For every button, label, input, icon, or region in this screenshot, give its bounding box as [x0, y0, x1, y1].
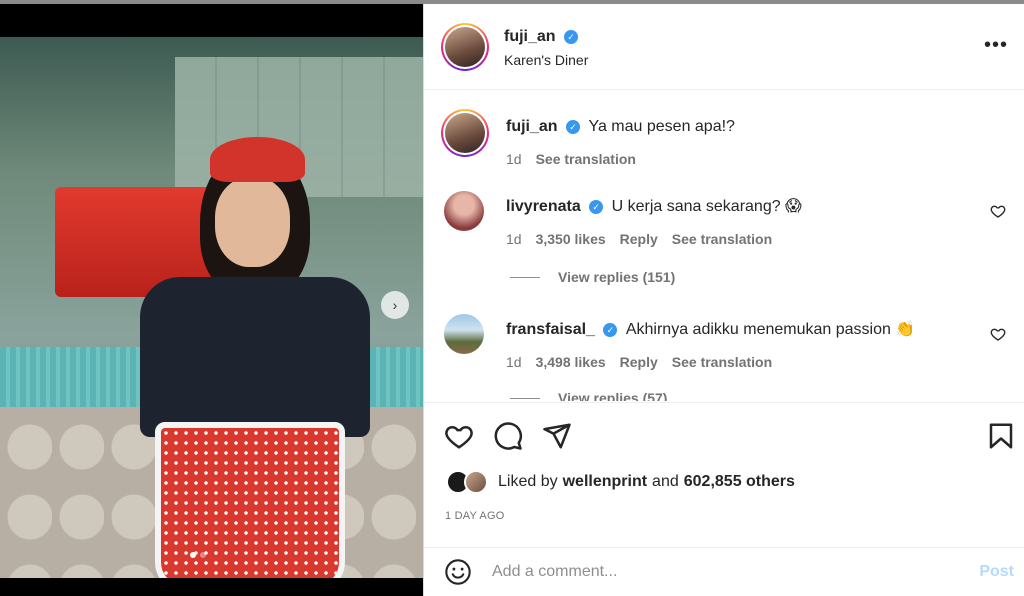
photo-face — [215, 177, 290, 267]
author-avatar[interactable] — [441, 109, 489, 157]
liked-by-others[interactable]: 602,855 others — [684, 473, 795, 491]
comment-likes[interactable]: 3,350 likes — [536, 229, 606, 249]
commenter-avatar[interactable] — [444, 314, 484, 354]
verified-badge-icon: ✓ — [589, 199, 604, 214]
photo-person — [140, 137, 370, 578]
see-translation-button[interactable]: See translation — [672, 352, 772, 372]
more-horizontal-icon[interactable]: ••• — [984, 34, 1008, 57]
post-header: fuji_an ✓ Karen's Diner ••• — [424, 4, 1024, 90]
caption-username[interactable]: fuji_an — [506, 118, 558, 135]
post-comment-button[interactable]: Post — [979, 563, 1014, 581]
bookmark-icon[interactable] — [986, 421, 1016, 451]
comment-text: Akhirnya adikku menemukan passion 👏 — [625, 321, 916, 338]
liked-by-user[interactable]: wellenprint — [563, 473, 647, 491]
verified-badge-icon: ✓ — [564, 29, 579, 44]
caption-time: 1d — [506, 151, 522, 167]
view-replies-button[interactable]: View replies (57) — [510, 390, 667, 401]
comment-time: 1d — [506, 231, 522, 247]
comment-username[interactable]: livyrenata — [506, 198, 581, 215]
replies-divider — [510, 397, 540, 399]
verified-badge-icon: ✓ — [603, 322, 618, 337]
liked-by-and: and — [652, 473, 679, 490]
comment-likes[interactable]: 3,498 likes — [536, 352, 606, 372]
liker-avatar[interactable] — [464, 470, 488, 494]
chevron-right-icon: › — [392, 297, 398, 313]
heart-icon[interactable] — [444, 421, 474, 451]
carousel-dot — [200, 552, 206, 558]
author-avatar[interactable] — [441, 23, 489, 71]
carousel-dot — [190, 552, 196, 558]
view-replies-label: View replies (151) — [558, 269, 676, 285]
post-actions: Liked by wellenprint and 602,855 others … — [424, 402, 1024, 548]
share-icon[interactable] — [542, 421, 572, 451]
comment-icon[interactable] — [493, 421, 523, 451]
comment-username[interactable]: fransfaisal_ — [506, 321, 595, 338]
emoji-icon[interactable] — [444, 558, 472, 586]
see-translation-button[interactable]: See translation — [536, 149, 636, 169]
comments-list[interactable]: fuji_an ✓ Ya mau pesen apa!? 1d See tran… — [424, 91, 1024, 401]
carousel-next-button[interactable]: › — [381, 291, 409, 319]
view-replies-button[interactable]: View replies (151) — [510, 269, 675, 285]
liked-by-prefix: Liked by — [498, 473, 558, 490]
add-comment-bar: Add a comment... Post — [424, 547, 1024, 596]
see-translation-button[interactable]: See translation — [672, 229, 772, 249]
photo-headscarf — [210, 137, 305, 182]
caption-text: Ya mau pesen apa!? — [588, 118, 735, 135]
commenter-avatar[interactable] — [444, 191, 484, 231]
heart-icon[interactable] — [990, 203, 1006, 219]
reply-button[interactable]: Reply — [620, 229, 658, 249]
comment-text: U kerja sana sekarang? 😱 — [611, 198, 802, 215]
carousel-dots — [190, 552, 206, 558]
post-media: › — [0, 4, 423, 596]
liked-by: Liked by wellenprint and 602,855 others — [446, 470, 795, 494]
post-photo — [0, 37, 423, 578]
post-location[interactable]: Karen's Diner — [504, 52, 588, 68]
heart-icon[interactable] — [990, 326, 1006, 342]
post-timestamp[interactable]: 1 DAY AGO — [445, 510, 504, 522]
verified-badge-icon: ✓ — [566, 119, 581, 134]
replies-divider — [510, 276, 540, 278]
view-replies-label: View replies (57) — [558, 390, 668, 401]
post-panel: fuji_an ✓ Karen's Diner ••• fuji_an ✓ Ya… — [423, 4, 1024, 596]
author-username[interactable]: fuji_an — [504, 28, 556, 45]
comment-input[interactable]: Add a comment... — [492, 563, 617, 581]
reply-button[interactable]: Reply — [620, 352, 658, 372]
comment-time: 1d — [506, 354, 522, 370]
post-modal: › fuji_an ✓ Karen's Diner ••• fuji_an ✓ … — [0, 4, 1024, 596]
photo-apron — [155, 422, 345, 578]
photo-jacket — [140, 277, 370, 437]
